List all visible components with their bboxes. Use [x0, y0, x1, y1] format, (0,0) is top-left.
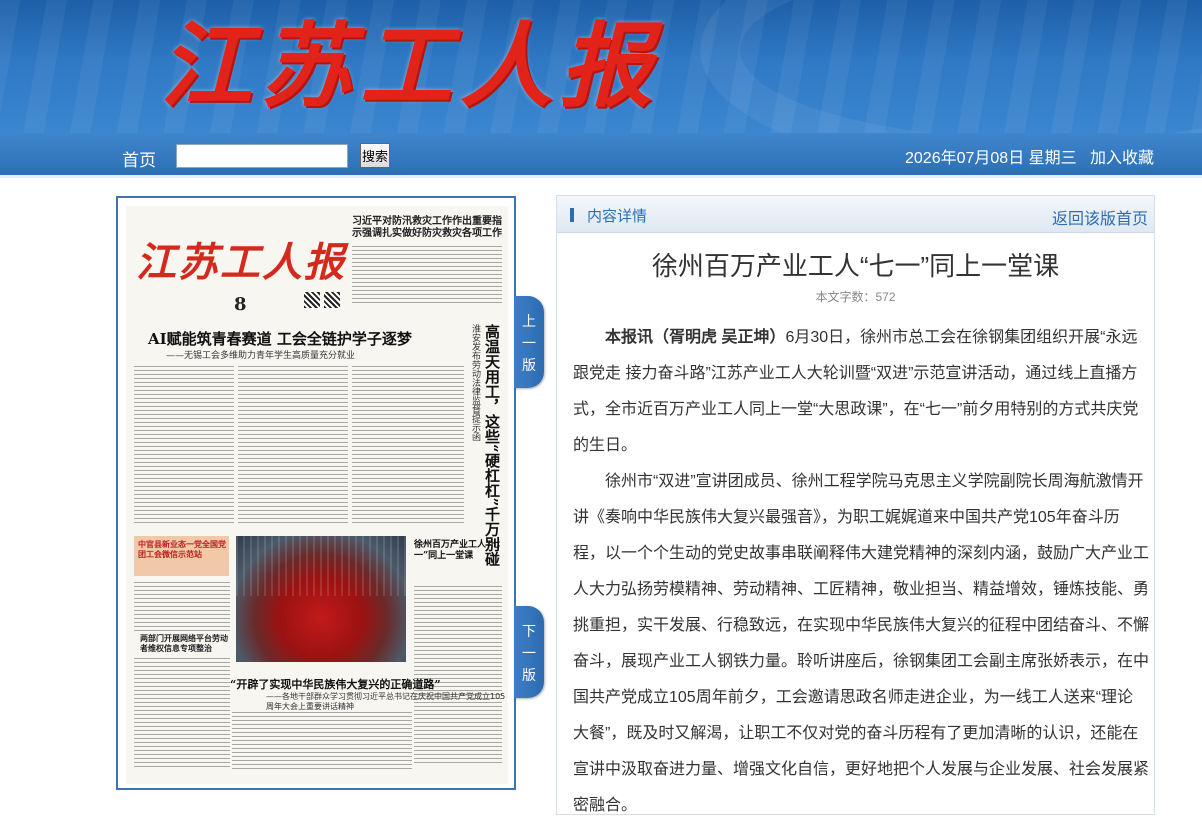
article-panel: 内容详情 返回该版首页 徐州百万产业工人“七一”同上一堂课 本文字数：572 本…: [556, 195, 1155, 815]
prev-page-char: 版: [522, 357, 536, 373]
newspaper-page-image[interactable]: 江苏工人报 8 习近平对防汛救灾工作作出重要指示强调扎实做好防灾救灾各项工作 A…: [126, 206, 508, 784]
page-headline-1[interactable]: AI赋能筑青春赛道 工会全链护学子逐梦: [148, 328, 412, 349]
text-block: [238, 366, 348, 526]
masthead-banner: 江苏工人报: [0, 0, 1202, 133]
section-label: 内容详情: [587, 208, 648, 225]
current-date: 2026年07月08日 星期三: [905, 150, 1077, 167]
banner-arc-decoration: [700, 0, 1202, 133]
qr-code-icon: [304, 292, 320, 308]
text-block: [232, 712, 412, 772]
next-page-char: 版: [522, 667, 536, 683]
next-page-char: 一: [522, 645, 536, 661]
article-body: 本报讯（胥明虎 吴正坤）6月30日，徐州市总工会在徐钢集团组织开展“永远跟党走 …: [573, 320, 1149, 824]
back-to-page-link[interactable]: 返回该版首页: [1052, 205, 1148, 229]
search-input[interactable]: [176, 144, 348, 168]
page-top-headline[interactable]: 习近平对防汛救灾工作作出重要指示强调扎实做好防灾救灾各项工作: [352, 216, 502, 240]
article-header: 内容详情 返回该版首页: [557, 196, 1154, 233]
news-photo[interactable]: [236, 536, 406, 662]
photo-texture: [236, 536, 406, 596]
page-vertical-subheadline: 淮安发布劳动法律监督提示函: [470, 324, 480, 441]
article-paragraph: 本报讯（胥明虎 吴正坤）6月30日，徐州市总工会在徐钢集团组织开展“永远跟党走 …: [573, 320, 1149, 464]
page-article-headline[interactable]: 徐州百万产业工人“七一”同上一堂课: [414, 540, 504, 562]
prev-page-char: 一: [522, 335, 536, 351]
page-subheadline-2: ——各地干部群众学习贯彻习近平总书记在庆祝中国共产党成立105周年大会上重要讲话…: [266, 692, 506, 711]
section-marker: [570, 208, 574, 222]
site-header: 江苏工人报 首页 搜索 2026年07月08日 星期三 加入收藏: [0, 0, 1202, 178]
page-subheadline-1: ——无锡工会多维助力青年学生高质量充分就业: [166, 351, 356, 361]
page-side-headline[interactable]: 中官县新业态一党全国党团工会微信示范站: [138, 540, 226, 560]
word-count: 本文字数：572: [815, 290, 896, 304]
article-title: 徐州百万产业工人“七一”同上一堂课: [651, 251, 1060, 281]
top-navbar: 首页 搜索 2026年07月08日 星期三 加入收藏: [0, 133, 1202, 178]
text-block: [134, 366, 234, 526]
article-paragraph: 徐州市“双进”宣讲团成员、徐州工程学院马克思主义学院副院长周海航激情开讲《奏响中…: [573, 473, 1150, 814]
text-block: [352, 366, 464, 526]
next-page-char: 下: [522, 623, 536, 639]
page-side-headline-2[interactable]: 两部门开展网络平台劳动者维权信息专项整治: [140, 634, 230, 654]
article-byline: 本报讯（胥明虎 吴正坤）: [605, 329, 786, 346]
masthead-logo[interactable]: 江苏工人报: [160, 12, 660, 120]
page-headline-2[interactable]: “开辟了实现中华民族伟大复兴的正确道路”: [230, 676, 441, 692]
nav-home-link[interactable]: 首页: [122, 146, 156, 171]
article-paragraph-text: 6月30日，徐州市总工会在徐钢集团组织开展“永远跟党走 接力奋斗路”江苏产业工人…: [573, 329, 1139, 454]
next-page-button[interactable]: 下 一 版: [514, 606, 544, 698]
prev-page-button[interactable]: 上 一 版: [514, 296, 544, 388]
search-button[interactable]: 搜索: [360, 143, 390, 168]
text-block: [134, 582, 230, 632]
page-masthead: 江苏工人报: [136, 239, 346, 286]
text-block: [134, 658, 230, 768]
page-number: 8: [234, 294, 247, 315]
newspaper-page-view[interactable]: 江苏工人报 8 习近平对防汛救灾工作作出重要指示强调扎实做好防灾救灾各项工作 A…: [116, 196, 516, 790]
add-favorite-link[interactable]: 加入收藏: [1090, 144, 1154, 168]
page-vertical-headline[interactable]: 高温天用工，这些“硬杠杠”千万别碰: [482, 324, 502, 566]
qr-code-icon: [324, 292, 340, 308]
prev-page-char: 上: [522, 313, 536, 329]
text-block: [352, 246, 502, 306]
